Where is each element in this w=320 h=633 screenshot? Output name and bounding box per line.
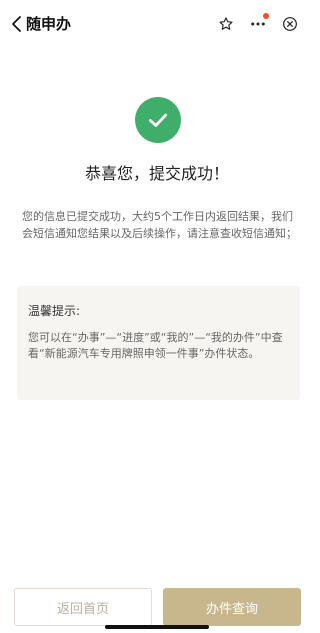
nav-bar: 随申办 [0, 0, 314, 48]
tip-box: 温馨提示: 您可以在“办事”—“进度”或“我的”—“我的办件”中查看“新能源汽车… [17, 286, 300, 400]
star-outline-icon [219, 17, 233, 30]
tip-body: 您可以在“办事”—“进度”或“我的”—“我的办件”中查看“新能源汽车专用牌照申领… [28, 331, 283, 360]
nav-title: 随申办 [26, 15, 72, 33]
nav-actions [214, 12, 302, 36]
check-circle-icon [135, 97, 181, 143]
page: 随申办 恭喜您，提交成功！ 您的信息已提交成功，大约5个工作日内返回结果，我们会… [0, 0, 314, 633]
success-title: 恭喜您，提交成功！ [84, 164, 229, 183]
check-icon [149, 113, 167, 127]
back-button[interactable]: 随申办 [10, 12, 71, 36]
result-description: 您的信息已提交成功，大约5个工作日内返回结果，我们会短信通知您结果以及后续操作，… [22, 210, 297, 240]
close-circle-icon [283, 17, 297, 31]
chevron-left-icon [12, 16, 21, 32]
return-home-button[interactable]: 返回首页 [14, 588, 152, 626]
more-button[interactable] [246, 12, 270, 36]
home-indicator [105, 625, 209, 629]
notification-badge [263, 13, 269, 19]
tip-title: 温馨提示: [28, 304, 81, 318]
case-query-button[interactable]: 办件查询 [163, 588, 301, 626]
favorite-button[interactable] [214, 12, 238, 36]
close-button[interactable] [278, 12, 302, 36]
